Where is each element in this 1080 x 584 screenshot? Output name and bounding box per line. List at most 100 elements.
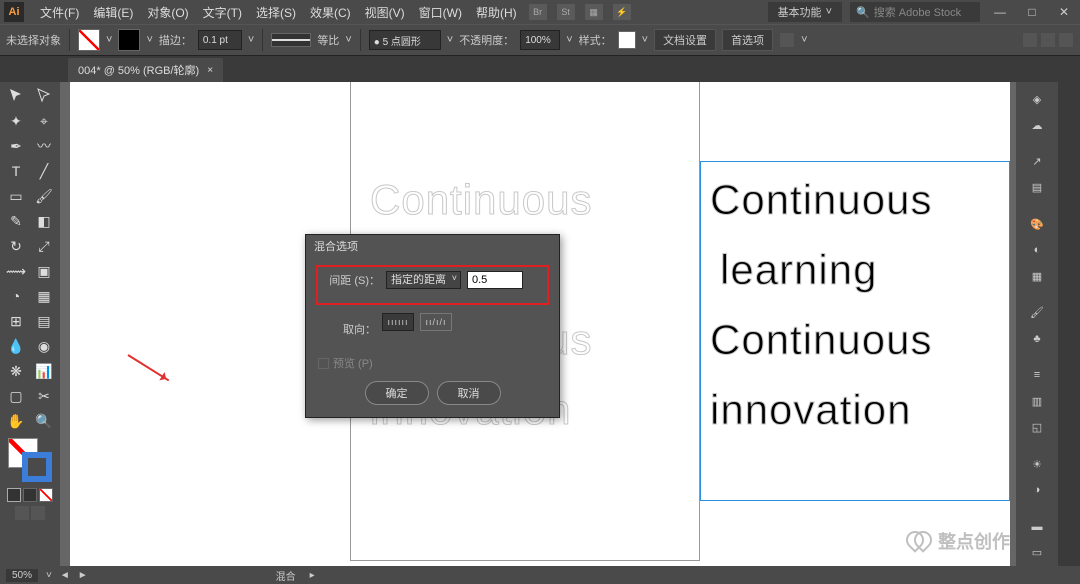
orient-align-page[interactable]: ıııııı [382, 313, 414, 331]
close-button[interactable]: ✕ [1052, 5, 1076, 19]
transform-panel-icon[interactable] [1023, 33, 1037, 47]
nav-next-icon[interactable]: ► [78, 570, 88, 581]
orient-align-path[interactable]: ıı/ı/ı [420, 313, 452, 331]
free-transform-tool[interactable]: ▣ [30, 259, 58, 283]
nav-prev-icon[interactable]: ◄ [60, 570, 70, 581]
change-screen-icon[interactable] [31, 506, 45, 520]
chevron-down-icon[interactable]: ˅ [642, 34, 648, 46]
zoom-level[interactable]: 50% [6, 569, 38, 582]
cancel-button[interactable]: 取消 [437, 381, 501, 405]
libraries-panel-icon[interactable]: ☁ [1023, 114, 1051, 136]
ok-button[interactable]: 确定 [365, 381, 429, 405]
gpu-icon[interactable]: ⚡ [613, 4, 631, 20]
arrange-icon[interactable]: ▦ [585, 4, 603, 20]
fill-swatch[interactable] [78, 29, 100, 51]
selection-tool[interactable] [2, 84, 30, 108]
preferences-button[interactable]: 首选项 [722, 29, 773, 51]
column-graph-tool[interactable]: 📊 [30, 359, 58, 383]
stroke-swatch[interactable] [118, 29, 140, 51]
curvature-tool[interactable]: 〰 [30, 134, 58, 158]
chevron-down-icon[interactable]: ˅ [46, 570, 52, 581]
chevron-right-icon[interactable]: ▸ [310, 570, 315, 581]
chevron-down-icon[interactable]: ˅ [106, 34, 112, 46]
adobe-stock-search[interactable]: 🔍搜索 Adobe Stock [850, 2, 980, 22]
rectangle-tool[interactable]: ▭ [2, 184, 30, 208]
spacing-value-input[interactable] [467, 271, 523, 289]
menu-edit[interactable]: 编辑(E) [89, 2, 137, 23]
chevron-down-icon[interactable]: ˅ [146, 34, 152, 46]
slice-tool[interactable]: ✂ [30, 384, 58, 408]
rotate-tool[interactable]: ↻ [2, 234, 30, 258]
width-tool[interactable]: ⟿ [2, 259, 30, 283]
shaper-tool[interactable]: ✎ [2, 209, 30, 233]
lasso-tool[interactable]: ⌖ [30, 109, 58, 133]
hand-tool[interactable]: ✋ [2, 409, 30, 433]
line-tool[interactable]: ╱ [30, 159, 58, 183]
swatches-panel-icon[interactable]: ▦ [1023, 266, 1051, 288]
magic-wand-tool[interactable]: ✦ [2, 109, 30, 133]
brush-definition[interactable] [369, 30, 441, 50]
shape-builder-tool[interactable]: ◔ [2, 284, 30, 308]
bridge-icon[interactable]: Br [529, 4, 547, 20]
fill-stroke-colors[interactable] [8, 438, 52, 482]
color-mode-none[interactable] [39, 488, 53, 502]
symbol-sprayer-tool[interactable]: ❋ [2, 359, 30, 383]
brushes-panel-icon[interactable]: 🖌 [1023, 302, 1051, 324]
artboard-tool[interactable]: ▢ [2, 384, 30, 408]
graphic-styles-icon[interactable]: ◑ [1023, 479, 1051, 501]
color-mode-gradient[interactable] [23, 488, 37, 502]
document-setup-button[interactable]: 文档设置 [654, 29, 716, 51]
menu-file[interactable]: 文件(F) [36, 2, 83, 23]
stroke-color-swatch[interactable] [22, 452, 52, 482]
spacing-mode-select[interactable]: 指定的距离 [386, 271, 461, 289]
shape-panel-icon[interactable] [1059, 33, 1073, 47]
mesh-tool[interactable]: ⊞ [2, 309, 30, 333]
gradient-tool[interactable]: ▤ [30, 309, 58, 333]
stroke-weight-input[interactable] [198, 30, 242, 50]
menu-help[interactable]: 帮助(H) [472, 2, 521, 23]
workspace-switcher[interactable]: 基本功能 ˅ [768, 2, 842, 22]
blend-tool[interactable]: ◉ [30, 334, 58, 358]
opacity-input[interactable] [520, 30, 560, 50]
minimize-button[interactable]: — [988, 5, 1012, 19]
align-panel-icon[interactable] [1041, 33, 1055, 47]
artboards-panel-icon[interactable]: ▭ [1023, 542, 1051, 564]
layers-panel-icon[interactable]: ▬ [1023, 515, 1051, 537]
color-panel-icon[interactable]: 🎨 [1023, 213, 1051, 235]
style-swatch[interactable] [618, 31, 636, 49]
appearance-panel-icon[interactable]: ☀ [1023, 453, 1051, 475]
align-icon[interactable] [780, 33, 794, 47]
type-tool[interactable]: T [2, 159, 30, 183]
stroke-dash-preview[interactable] [271, 33, 311, 47]
tab-close-icon[interactable]: × [207, 65, 213, 76]
stroke-panel-icon[interactable]: ≡ [1023, 364, 1051, 386]
paintbrush-tool[interactable]: 🖌 [30, 184, 58, 208]
zoom-tool[interactable]: 🔍 [30, 409, 58, 433]
chevron-down-icon[interactable]: ˅ [801, 34, 807, 46]
properties-panel-icon[interactable]: ◈ [1023, 88, 1051, 110]
menu-window[interactable]: 窗口(W) [415, 2, 466, 23]
chevron-down-icon[interactable]: ˅ [248, 34, 254, 46]
chevron-down-icon[interactable]: ˅ [345, 34, 351, 46]
menu-effect[interactable]: 效果(C) [306, 2, 355, 23]
pen-tool[interactable]: ✒ [2, 134, 30, 158]
menu-object[interactable]: 对象(O) [143, 2, 192, 23]
preview-checkbox[interactable]: 预览 (P) [318, 355, 547, 371]
chevron-down-icon[interactable]: ˅ [566, 34, 572, 46]
chevron-down-icon[interactable]: ˅ [447, 34, 453, 46]
export-panel-icon[interactable]: ↗ [1023, 150, 1051, 172]
menu-type[interactable]: 文字(T) [199, 2, 246, 23]
scale-tool[interactable]: ⤢ [30, 234, 58, 258]
stock-icon[interactable]: St [557, 4, 575, 20]
eraser-tool[interactable]: ◧ [30, 209, 58, 233]
gradient-panel-icon[interactable]: ▥ [1023, 390, 1051, 412]
document-tab[interactable]: 004* @ 50% (RGB/轮廓) × [68, 58, 223, 82]
eyedropper-tool[interactable]: 💧 [2, 334, 30, 358]
direct-selection-tool[interactable] [30, 84, 58, 108]
menu-view[interactable]: 视图(V) [361, 2, 409, 23]
perspective-tool[interactable]: ▦ [30, 284, 58, 308]
color-guide-icon[interactable]: ◐ [1023, 239, 1051, 261]
asset-panel-icon[interactable]: ▤ [1023, 177, 1051, 199]
screen-mode-icon[interactable] [15, 506, 29, 520]
menu-select[interactable]: 选择(S) [252, 2, 300, 23]
